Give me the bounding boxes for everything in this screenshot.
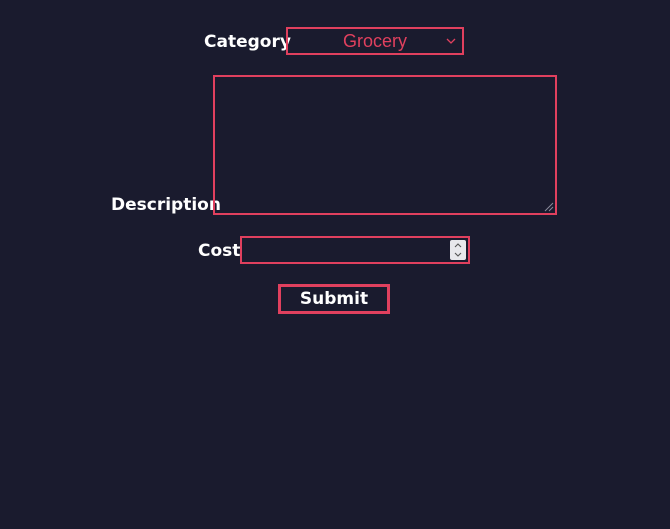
chevron-down-icon xyxy=(446,38,456,44)
cost-input[interactable] xyxy=(240,236,470,264)
expense-form: Category Grocery Description Cost Submit xyxy=(0,0,670,529)
resize-grip-icon[interactable] xyxy=(542,200,554,212)
chevron-up-icon[interactable] xyxy=(453,241,463,249)
description-label: Description xyxy=(111,195,221,215)
cost-label: Cost xyxy=(198,241,241,261)
category-select[interactable]: Grocery xyxy=(286,27,464,55)
submit-button[interactable]: Submit xyxy=(278,284,390,314)
cost-spinner[interactable] xyxy=(450,240,466,260)
chevron-down-icon[interactable] xyxy=(453,251,463,259)
description-textarea[interactable] xyxy=(213,75,557,215)
category-selected-value: Grocery xyxy=(342,31,407,51)
category-label: Category xyxy=(204,32,291,52)
